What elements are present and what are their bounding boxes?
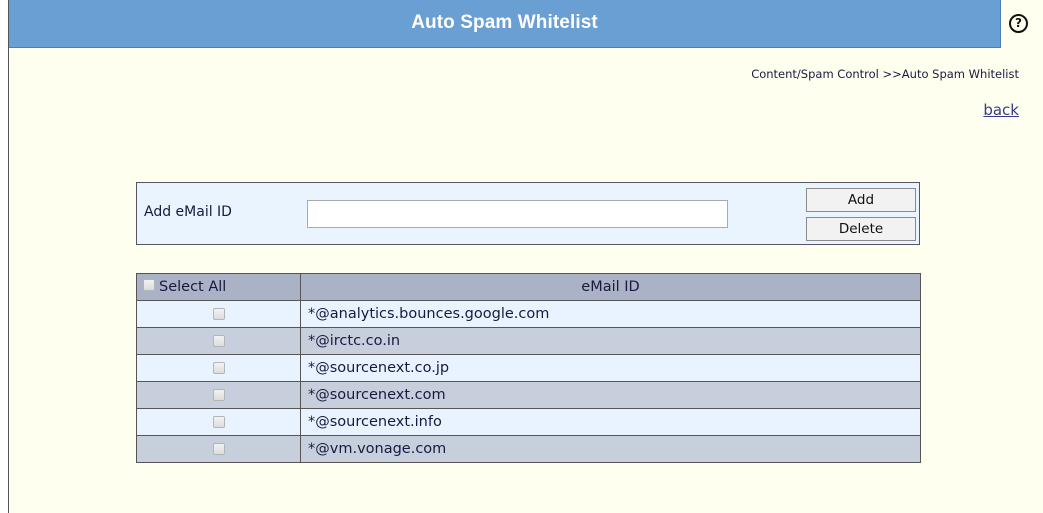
back-link[interactable]: back [983, 101, 1019, 119]
table-row: *@sourcenext.info [136, 408, 921, 436]
row-checkbox[interactable] [212, 308, 225, 320]
table-row: *@sourcenext.co.jp [136, 354, 921, 382]
email-cell: *@irctc.co.in [300, 327, 921, 355]
select-all-header: Select All [136, 273, 301, 301]
email-column-header: eMail ID [300, 273, 921, 301]
breadcrumb: Content/Spam Control >>Auto Spam Whiteli… [751, 67, 1019, 81]
add-email-label: Add eMail ID [144, 204, 232, 220]
row-select-cell [136, 327, 301, 355]
table-row: *@sourcenext.com [136, 381, 921, 409]
row-select-cell [136, 354, 301, 382]
row-checkbox[interactable] [212, 389, 225, 401]
email-cell: *@sourcenext.co.jp [300, 354, 921, 382]
row-checkbox[interactable] [212, 443, 225, 455]
table-row: *@irctc.co.in [136, 327, 921, 355]
table-row: *@vm.vonage.com [136, 435, 921, 463]
select-all-label: Select All [159, 279, 227, 295]
help-icon[interactable]: ? [1009, 14, 1028, 33]
email-input[interactable] [307, 200, 728, 228]
row-checkbox[interactable] [212, 362, 225, 374]
table-row: *@analytics.bounces.google.com [136, 300, 921, 328]
email-cell: *@sourcenext.info [300, 408, 921, 436]
row-checkbox[interactable] [212, 335, 225, 347]
table-header-row: Select All eMail ID [136, 273, 921, 301]
add-email-panel: Add eMail ID Add Delete [136, 182, 920, 245]
delete-button[interactable]: Delete [806, 217, 916, 241]
title-bar: Auto Spam Whitelist [9, 0, 1001, 48]
row-select-cell [136, 381, 301, 409]
row-select-cell [136, 300, 301, 328]
row-select-cell [136, 435, 301, 463]
whitelist-table: Select All eMail ID *@analytics.bounces.… [136, 273, 921, 463]
email-cell: *@vm.vonage.com [300, 435, 921, 463]
select-all-checkbox[interactable] [143, 279, 155, 291]
row-select-cell [136, 408, 301, 436]
email-cell: *@analytics.bounces.google.com [300, 300, 921, 328]
add-button[interactable]: Add [806, 188, 916, 212]
page-title: Auto Spam Whitelist [411, 12, 598, 33]
email-cell: *@sourcenext.com [300, 381, 921, 409]
page-frame: Auto Spam Whitelist ? Content/Spam Contr… [8, 0, 1043, 513]
row-checkbox[interactable] [212, 416, 225, 428]
